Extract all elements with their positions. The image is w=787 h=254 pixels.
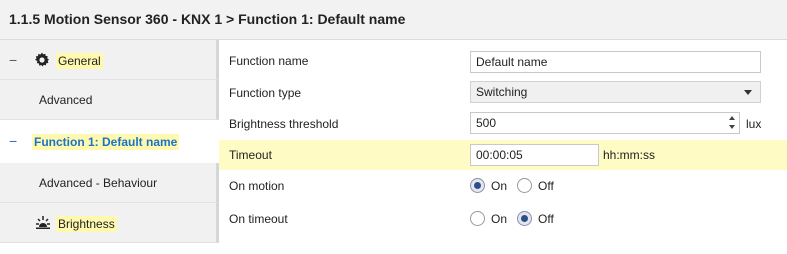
- row-function-type: Function type Switching: [219, 78, 787, 108]
- sidebar-item-label: Advanced - Behaviour: [39, 176, 158, 190]
- row-on-motion: On motion On Off: [219, 171, 787, 201]
- function-name-input[interactable]: [470, 51, 761, 73]
- sidebar-item-advanced[interactable]: Advanced: [0, 80, 219, 120]
- stepper-buttons[interactable]: [727, 114, 737, 132]
- timeout-value: 00:00:05: [476, 148, 523, 162]
- page-title: 1.1.5 Motion Sensor 360 - KNX 1 > Functi…: [9, 11, 406, 27]
- sidebar-item-label: Function 1: Default name: [32, 134, 180, 150]
- function-name-label: Function name: [229, 54, 309, 68]
- timeout-label: Timeout: [229, 148, 272, 162]
- gear-icon: [35, 52, 50, 67]
- brightness-unit: lux: [746, 117, 762, 131]
- sidebar-item-brightness[interactable]: Brightness: [0, 203, 219, 243]
- row-function-name: Function name: [219, 46, 787, 76]
- on-motion-off-label: Off: [538, 179, 554, 193]
- on-timeout-off-radio[interactable]: [517, 211, 532, 226]
- on-motion-on-radio[interactable]: [470, 178, 485, 193]
- sidebar: − General Advanced − Function 1: Default…: [0, 40, 219, 254]
- sidebar-item-advanced-behaviour[interactable]: Advanced - Behaviour: [0, 163, 219, 203]
- row-timeout: Timeout 00:00:05 hh:mm:ss: [219, 140, 787, 170]
- stepper-down-icon[interactable]: [729, 125, 735, 129]
- brightness-threshold-stepper[interactable]: 500: [470, 112, 740, 134]
- stepper-up-icon[interactable]: [729, 116, 735, 120]
- sidebar-item-function-1[interactable]: − Function 1: Default name: [0, 121, 219, 161]
- brightness-threshold-value: 500: [476, 116, 497, 130]
- on-motion-off-radio[interactable]: [517, 178, 532, 193]
- timeout-input[interactable]: 00:00:05: [470, 144, 599, 166]
- row-on-timeout: On timeout On Off: [219, 204, 787, 234]
- brightness-threshold-label: Brightness threshold: [229, 117, 339, 131]
- sidebar-item-general[interactable]: − General: [0, 40, 219, 80]
- function-type-value: Switching: [476, 85, 528, 99]
- on-timeout-label: On timeout: [229, 212, 288, 226]
- row-brightness-threshold: Brightness threshold 500 lux: [219, 109, 787, 139]
- function-type-label: Function type: [229, 86, 302, 100]
- on-motion-on-label: On: [491, 179, 508, 193]
- sidebar-item-label: General: [56, 53, 103, 69]
- on-timeout-on-radio[interactable]: [470, 211, 485, 226]
- sidebar-item-label: Advanced: [39, 93, 93, 107]
- collapse-icon[interactable]: −: [9, 133, 17, 149]
- title-bar: 1.1.5 Motion Sensor 360 - KNX 1 > Functi…: [0, 0, 787, 40]
- on-motion-label: On motion: [229, 179, 285, 193]
- function-type-select[interactable]: Switching: [470, 81, 761, 103]
- chevron-down-icon: [744, 90, 752, 95]
- parameter-panel: Function name Function type Switching Br…: [219, 40, 787, 254]
- collapse-icon[interactable]: −: [9, 52, 17, 68]
- brightness-icon: [36, 216, 50, 229]
- on-timeout-on-label: On: [491, 212, 508, 226]
- on-timeout-off-label: Off: [538, 212, 554, 226]
- sidebar-item-label: Brightness: [56, 216, 117, 232]
- timeout-unit: hh:mm:ss: [603, 148, 656, 162]
